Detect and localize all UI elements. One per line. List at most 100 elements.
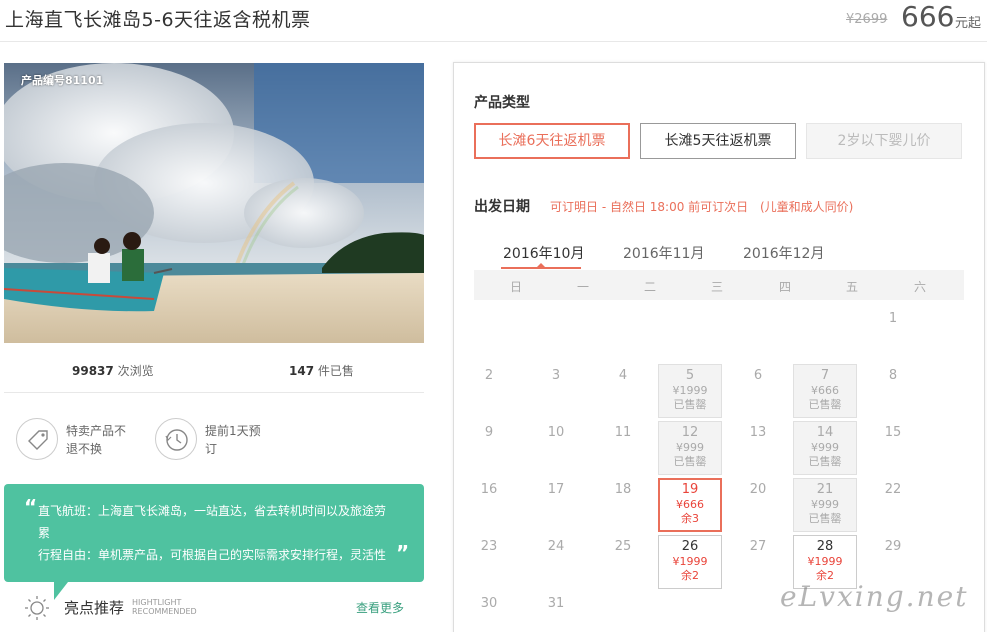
- product-title: 上海直飞长滩岛5-6天往返含税机票: [5, 9, 311, 31]
- calendar-day-9: 9: [484, 425, 494, 440]
- day-price: ¥1999: [672, 384, 708, 397]
- day-price: ¥666: [811, 384, 839, 397]
- day-price: ¥999: [811, 441, 839, 454]
- beach-image: [4, 63, 424, 343]
- calendar-day-27: 27: [749, 539, 767, 554]
- calendar-day-16: 16: [480, 482, 498, 497]
- calendar-day-25: 25: [614, 539, 632, 554]
- day-number: 7: [820, 368, 830, 383]
- sun-icon: [25, 596, 49, 620]
- calendar-day-5: 5 ¥1999 已售罄: [658, 364, 722, 418]
- day-price: ¥1999: [672, 555, 708, 568]
- calendar-day-18: 18: [614, 482, 632, 497]
- highlights-title: 亮点推荐: [64, 599, 125, 617]
- calendar-day-13: 13: [749, 425, 767, 440]
- clock-history-icon: [155, 418, 197, 460]
- day-status: 余3: [681, 512, 699, 525]
- view-more-link[interactable]: 查看更多: [356, 599, 404, 616]
- calendar-day-30: 30: [480, 596, 498, 611]
- calendar-day-2: 2: [484, 368, 494, 383]
- calendar-day-1: 1: [888, 311, 898, 326]
- day-number: 19: [681, 482, 699, 497]
- calendar-day-20: 20: [749, 482, 767, 497]
- calendar-day-22: 22: [884, 482, 902, 497]
- weekday-label: 五: [845, 280, 858, 294]
- views-label: 次浏览: [117, 364, 154, 378]
- day-status: 已售罄: [673, 398, 707, 411]
- product-type-option-5day[interactable]: 长滩5天往返机票: [640, 123, 796, 159]
- tag-icon: [16, 418, 58, 460]
- day-price: ¥1999: [807, 555, 843, 568]
- views-count: 99837: [72, 364, 114, 378]
- calendar-day-29: 29: [884, 539, 902, 554]
- calendar-day-19[interactable]: 19 ¥666 余3: [658, 478, 722, 532]
- highlight-line-1: 直飞航班：上海直飞长滩岛，一站直达，省去转机时间以及旅途劳累: [38, 504, 387, 540]
- original-price: ¥2699: [846, 12, 888, 27]
- calendar-day-24: 24: [547, 539, 565, 554]
- day-number: 28: [816, 539, 834, 554]
- calendar-day-23: 23: [480, 539, 498, 554]
- tab-month-dec[interactable]: 2016年12月: [743, 243, 824, 263]
- active-month-caret: [537, 263, 545, 267]
- calendar-day-4: 4: [618, 368, 628, 383]
- current-price: 666: [901, 0, 955, 33]
- sold-stat: 147 件已售: [289, 362, 354, 379]
- product-photo[interactable]: 产品编号81101: [4, 63, 424, 343]
- calendar-day-26[interactable]: 26 ¥1999 余2: [658, 535, 722, 589]
- calendar-day-6: 6: [753, 368, 763, 383]
- day-status: 已售罄: [673, 455, 707, 468]
- calendar-day-17: 17: [547, 482, 565, 497]
- booking-panel: 产品类型 长滩6天往返机票 长滩5天往返机票 2岁以下婴儿价 出发日期 可订明日…: [453, 62, 985, 632]
- day-status: 已售罄: [808, 398, 842, 411]
- day-number: 14: [816, 425, 834, 440]
- quote-close-icon: ”: [396, 541, 410, 565]
- day-number: 26: [681, 539, 699, 554]
- weekday-header: 日 一 二 三 四 五 六: [474, 270, 964, 300]
- day-price: ¥666: [676, 498, 704, 511]
- day-status: 已售罄: [808, 512, 842, 525]
- weekday-label: 一: [576, 280, 589, 294]
- day-status: 已售罄: [808, 455, 842, 468]
- day-price: ¥999: [676, 441, 704, 454]
- calendar-day-11: 11: [614, 425, 632, 440]
- calendar-day-10: 10: [547, 425, 565, 440]
- weekday-label: 三: [710, 280, 723, 294]
- price-note: (儿童和成人同价): [760, 200, 854, 214]
- calendar-day-21: 21 ¥999 已售罄: [793, 478, 857, 532]
- views-stat: 99837 次浏览: [72, 362, 154, 379]
- day-status: 余2: [681, 569, 699, 582]
- product-number: 产品编号81101: [21, 74, 104, 87]
- feature-text: 特卖产品不 退不换: [66, 424, 127, 456]
- calendar-day-3: 3: [551, 368, 561, 383]
- day-number: 12: [681, 425, 699, 440]
- weekday-label: 二: [643, 280, 656, 294]
- product-type-option-6day[interactable]: 长滩6天往返机票: [474, 123, 630, 159]
- highlight-line-2: 行程自由：单机票产品，可根据自己的实际需求安排行程，灵活性: [38, 548, 387, 562]
- calendar-day-7: 7 ¥666 已售罄: [793, 364, 857, 418]
- tab-month-nov[interactable]: 2016年11月: [623, 243, 704, 263]
- day-number: 21: [816, 482, 834, 497]
- day-price: ¥999: [811, 498, 839, 511]
- booking-note: 可订明日 - 自然日 18:00 前可订次日: [550, 200, 749, 214]
- product-type-title: 产品类型: [474, 95, 530, 111]
- weekday-label: 四: [778, 280, 791, 294]
- weekday-label: 六: [913, 280, 926, 294]
- calendar-day-8: 8: [888, 368, 898, 383]
- sold-label: 件已售: [317, 364, 354, 378]
- price-unit: 元起: [955, 16, 982, 31]
- calendar-day-12: 12 ¥999 已售罄: [658, 421, 722, 475]
- day-number: 5: [685, 368, 695, 383]
- calendar-day-15: 15: [884, 425, 902, 440]
- feature-text: 提前1天预订: [205, 424, 261, 456]
- highlights-footer: 亮点推荐 HIGHTLIGHT RECOMMENDED 查看更多: [24, 594, 424, 624]
- weekday-label: 日: [509, 280, 522, 294]
- highlights-box: “ 直飞航班：上海直飞长滩岛，一站直达，省去转机时间以及旅途劳累 行程自由：单机…: [4, 484, 424, 582]
- calendar-day-14: 14 ¥999 已售罄: [793, 421, 857, 475]
- product-stats: 99837 次浏览 147 件已售: [4, 345, 424, 393]
- sold-count: 147: [289, 364, 315, 378]
- tab-month-oct[interactable]: 2016年10月: [503, 243, 584, 263]
- quote-open-icon: “: [24, 495, 38, 519]
- highlights-en-title: HIGHTLIGHT RECOMMENDED: [132, 598, 197, 616]
- page-header: 上海直飞长滩岛5-6天往返含税机票 ¥2699 666 元起: [0, 0, 987, 42]
- watermark: eLvxing.net: [780, 580, 969, 613]
